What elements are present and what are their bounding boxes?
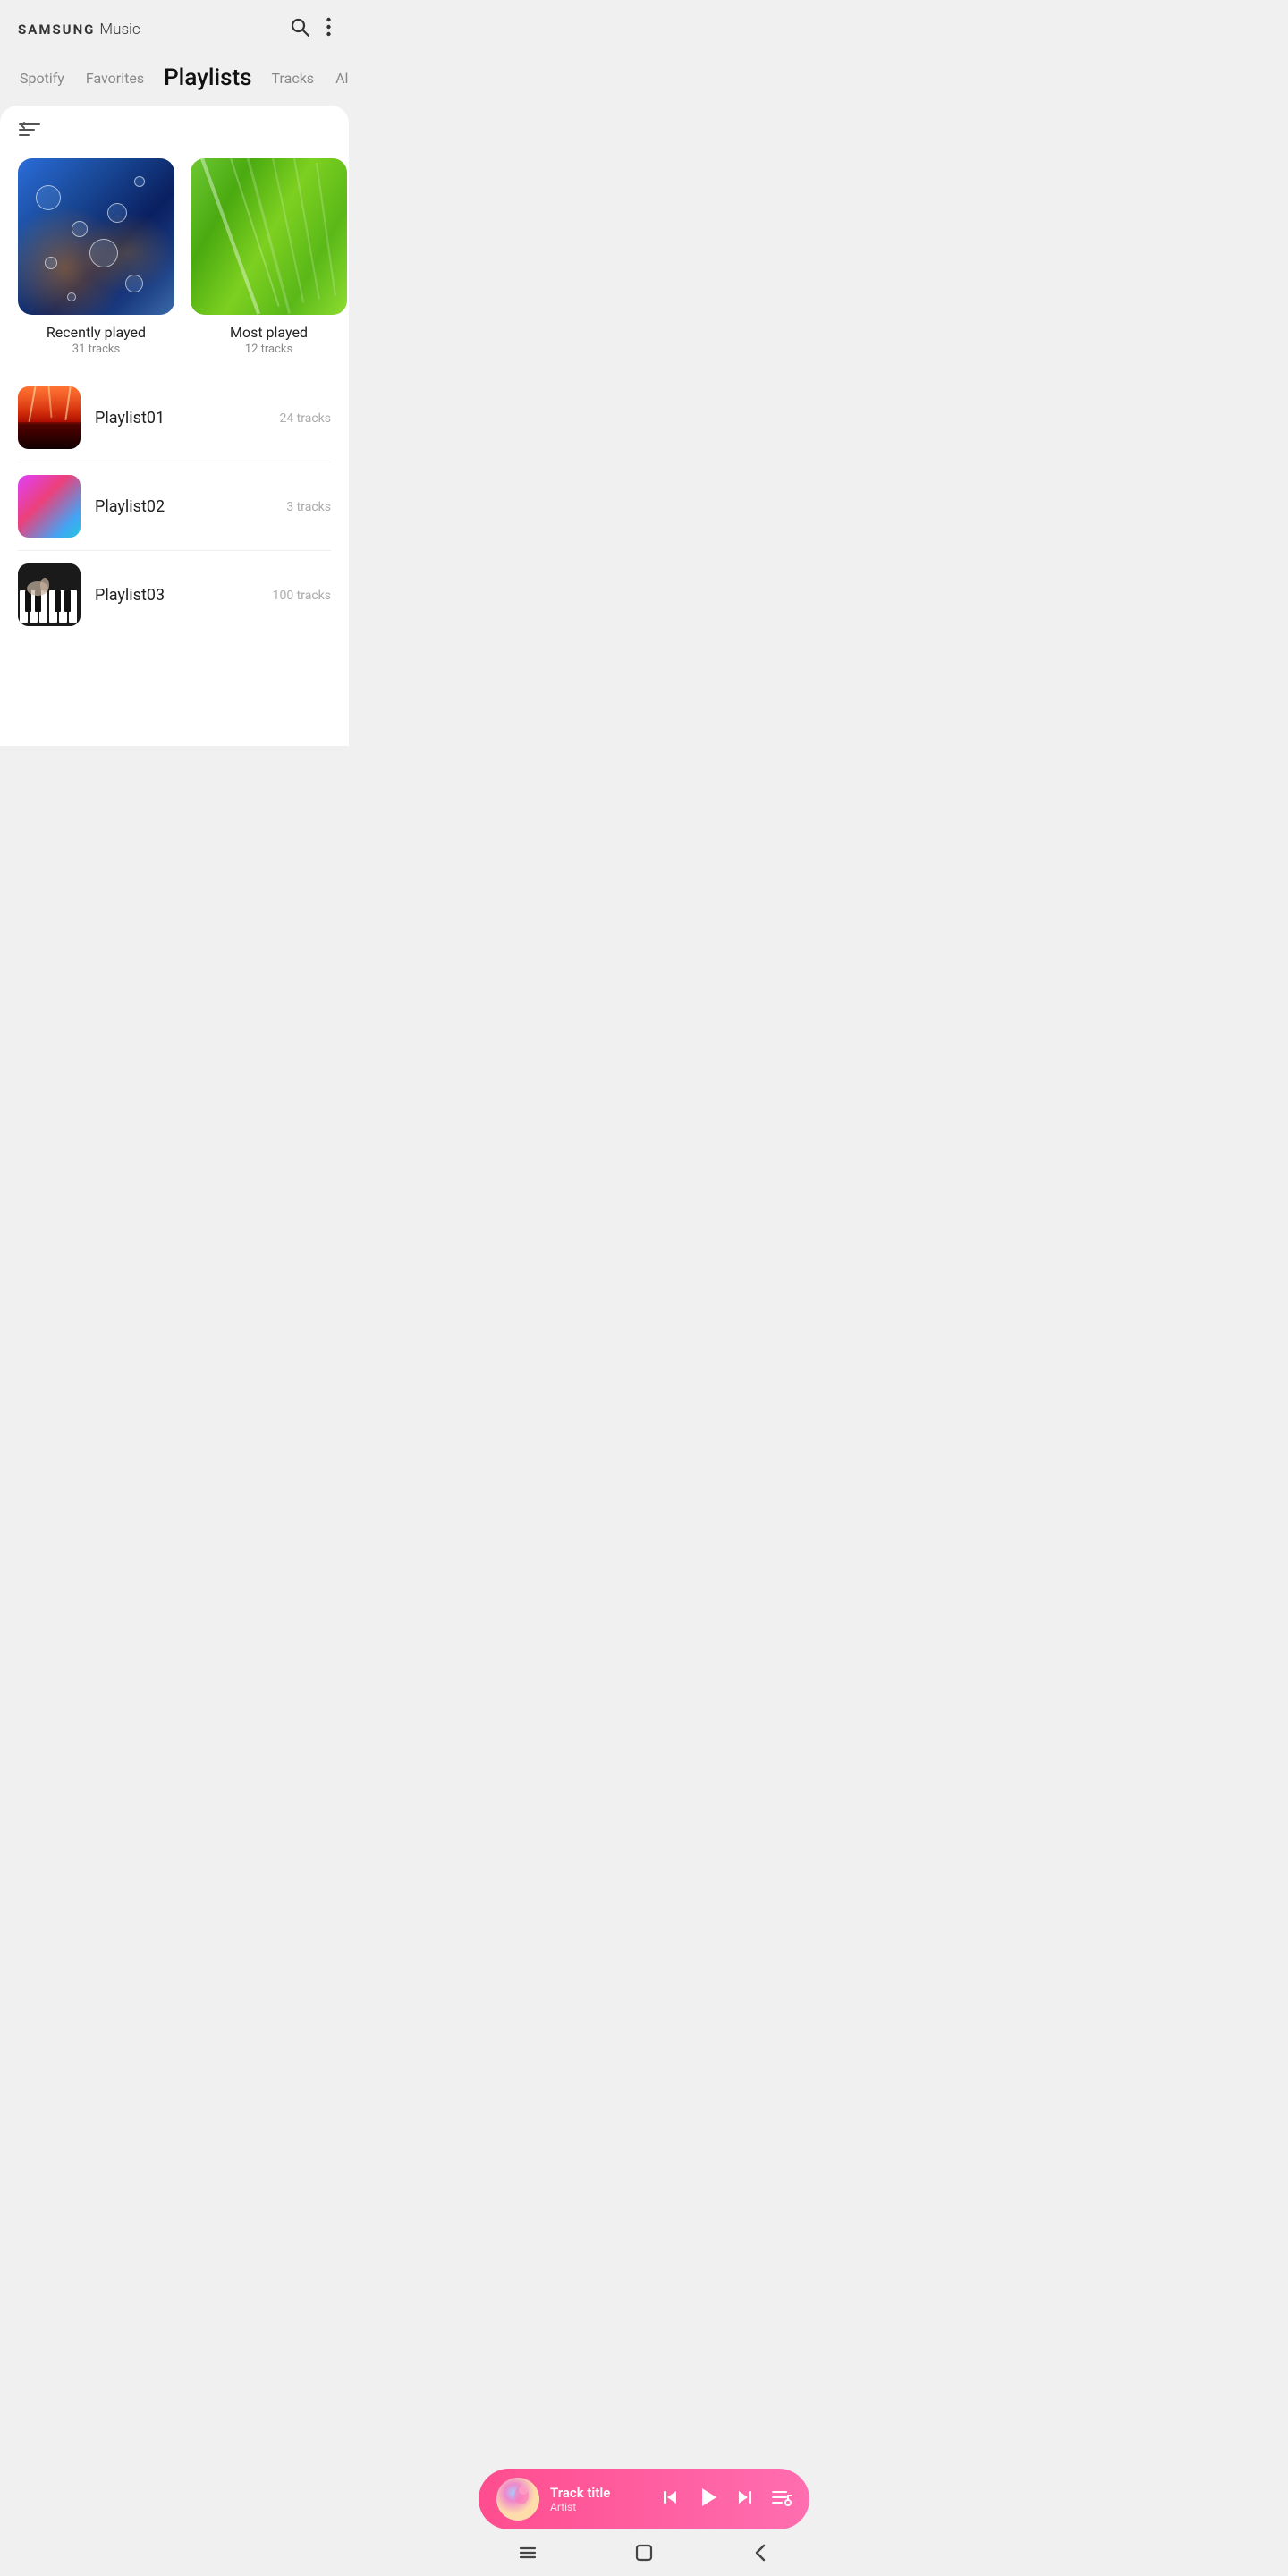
concert-thumbnail xyxy=(18,386,80,449)
now-playing-controls xyxy=(659,2485,792,2514)
now-playing-artist: Artist xyxy=(550,2501,648,2513)
recent-apps-button[interactable] xyxy=(501,2535,555,2571)
main-content: Recently played 31 tracks Most played 12… xyxy=(0,106,349,746)
app-name: Music xyxy=(99,21,140,38)
now-playing-title: Track title xyxy=(550,2485,648,2501)
raindrop-3 xyxy=(107,203,127,223)
most-played-title: Most played xyxy=(191,324,347,341)
playlist-list: Playlist01 24 tracks Playlist02 3 tracks xyxy=(0,374,349,639)
featured-playlists-row: Recently played 31 tracks Most played 12… xyxy=(0,151,349,374)
tab-tracks[interactable]: Tracks xyxy=(261,66,326,90)
prev-button[interactable] xyxy=(659,2487,681,2512)
raindrop-2 xyxy=(72,221,88,237)
leaf-line-2 xyxy=(271,158,304,302)
featured-card-recently-played[interactable]: Recently played 31 tracks xyxy=(18,158,174,356)
tab-spotify[interactable]: Spotify xyxy=(9,66,75,90)
now-playing-bar[interactable]: Track title Artist xyxy=(479,2469,809,2529)
rain-thumbnail xyxy=(18,158,174,315)
recently-played-title: Recently played xyxy=(18,324,174,341)
raindrop-6 xyxy=(134,176,145,187)
playlist-02-info: Playlist02 xyxy=(95,497,272,516)
tab-albums[interactable]: Albums xyxy=(325,66,349,90)
queue-button[interactable] xyxy=(770,2487,792,2512)
play-button[interactable] xyxy=(695,2485,720,2514)
piano-svg xyxy=(18,564,80,626)
playlist-03-thumb xyxy=(18,564,80,626)
playlist-03-tracks: 100 tracks xyxy=(273,589,331,603)
album-art-svg xyxy=(496,2478,539,2521)
raindrop-5 xyxy=(89,239,118,267)
playlist-02-name: Playlist02 xyxy=(95,497,272,516)
playlist-item-02[interactable]: Playlist02 3 tracks xyxy=(18,462,331,551)
header-actions xyxy=(289,16,331,43)
playlist-03-info: Playlist03 xyxy=(95,586,258,605)
playlist-01-tracks: 24 tracks xyxy=(279,411,331,426)
playlist-01-name: Playlist01 xyxy=(95,409,265,428)
geometric-thumbnail xyxy=(18,475,80,538)
playlist-02-thumb xyxy=(18,475,80,538)
leaf-thumbnail xyxy=(191,158,347,315)
nav-tabs: Spotify Favorites Playlists Tracks Album… xyxy=(0,54,349,106)
back-button[interactable] xyxy=(733,2535,787,2571)
raindrop-4 xyxy=(45,257,57,269)
piano-thumbnail xyxy=(18,564,80,626)
recently-played-subtitle: 31 tracks xyxy=(18,343,174,356)
playlist-item-01[interactable]: Playlist01 24 tracks xyxy=(18,374,331,462)
recently-played-image xyxy=(18,158,174,315)
playlist-01-thumb xyxy=(18,386,80,449)
leaf-line-4 xyxy=(316,163,335,296)
playlist-02-tracks: 3 tracks xyxy=(286,500,331,514)
search-icon[interactable] xyxy=(289,16,310,43)
header: SAMSUNG Music xyxy=(0,0,349,54)
brand-name: SAMSUNG xyxy=(18,21,95,38)
now-playing-artwork xyxy=(496,2478,539,2521)
raindrop-7 xyxy=(125,275,143,292)
sort-bar xyxy=(0,106,349,151)
raindrop-8 xyxy=(67,292,76,301)
most-played-subtitle: 12 tracks xyxy=(191,343,347,356)
more-options-icon[interactable] xyxy=(326,17,331,42)
sort-icon[interactable] xyxy=(18,121,41,142)
playlist-item-03[interactable]: Playlist03 100 tracks xyxy=(18,551,331,639)
tab-favorites[interactable]: Favorites xyxy=(75,66,155,90)
most-played-image xyxy=(191,158,347,315)
playlist-01-info: Playlist01 xyxy=(95,409,265,428)
now-playing-info: Track title Artist xyxy=(550,2485,648,2513)
next-button[interactable] xyxy=(734,2487,756,2512)
raindrop-1 xyxy=(36,185,61,210)
app-logo: SAMSUNG Music xyxy=(18,21,140,38)
featured-card-most-played[interactable]: Most played 12 tracks xyxy=(191,158,347,356)
leaf-line-1 xyxy=(244,158,291,314)
system-nav xyxy=(470,2529,818,2576)
playlist-03-name: Playlist03 xyxy=(95,586,258,605)
home-button[interactable] xyxy=(617,2535,671,2571)
tab-playlists[interactable]: Playlists xyxy=(155,61,260,95)
